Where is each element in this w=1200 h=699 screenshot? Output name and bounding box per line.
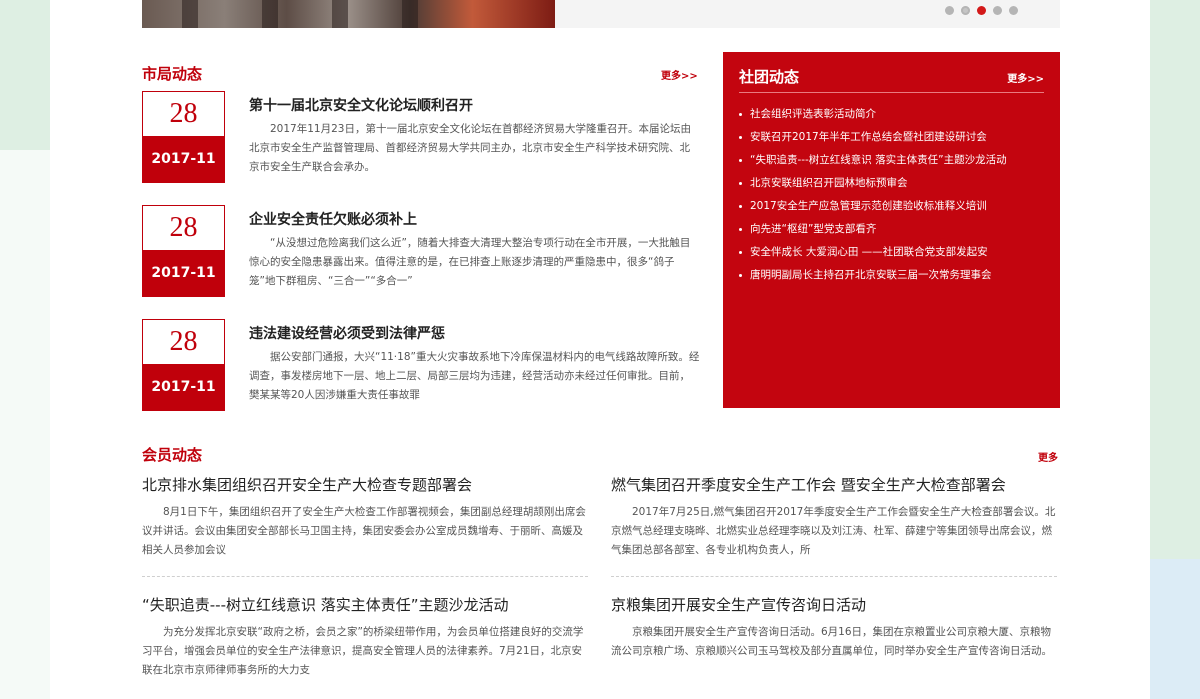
news-summary: 据公安部门通报，大兴“11·18”重大火灾事故系地下冷库保温材料内的电气线路故障… <box>249 351 700 401</box>
member-news-item[interactable]: 北京排水集团组织召开安全生产大检查专题部署会 8月1日下午，集团组织召开了安全生… <box>142 474 588 560</box>
member-news-heading: 会员动态 <box>142 446 203 464</box>
list-item[interactable]: “失职追责---树立红线意识 落实主体责任”主题沙龙活动 <box>739 149 1007 172</box>
news-item[interactable]: 28 2017-11 第十一届北京安全文化论坛顺利召开 2017年11月23日，… <box>142 91 702 186</box>
list-item[interactable]: 唐明明副局长主持召开北京安联三届一次常务理事会 <box>739 264 1007 287</box>
carousel-dot[interactable] <box>961 6 970 15</box>
content-page: 市局动态 更多>> 28 2017-11 第十一届北京安全文化论坛顺利召开 20… <box>50 0 1150 699</box>
member-news-summary: 8月1日下午，集团组织召开了安全生产大检查工作部署视频会，集团副总经理胡颉刚出席… <box>142 506 586 556</box>
news-summary: “从没想过危险离我们这么近”，随着大排查大清理大整治专项行动在全市开展，一大批触… <box>249 237 691 287</box>
news-summary: 2017年11月23日，第十一届北京安全文化论坛在首都经济贸易大学隆重召开。本届… <box>249 123 691 173</box>
carousel-dot-active[interactable] <box>977 6 986 15</box>
date-day: 28 <box>169 326 198 357</box>
divider <box>739 92 1044 93</box>
news-title[interactable]: 违法建设经营必须受到法律严惩 <box>249 323 445 343</box>
member-news-item[interactable]: “失职追责---树立红线意识 落实主体责任”主题沙龙活动 为充分发挥北京安联“政… <box>142 594 588 680</box>
date-year-month: 2017-11 <box>143 136 224 182</box>
news-item[interactable]: 28 2017-11 企业安全责任欠账必须补上 “从没想过危险离我们这么近”，随… <box>142 205 702 300</box>
member-news-title[interactable]: “失职追责---树立红线意识 落实主体责任”主题沙龙活动 <box>142 594 588 615</box>
news-title[interactable]: 企业安全责任欠账必须补上 <box>249 209 417 229</box>
association-more-link[interactable]: 更多>> <box>1007 70 1044 85</box>
list-item[interactable]: 2017安全生产应急管理示范创建验收标准释义培训 <box>739 195 1007 218</box>
news-item[interactable]: 28 2017-11 违法建设经营必须受到法律严惩 据公安部门通报，大兴“11·… <box>142 319 702 414</box>
association-news-panel: 社团动态 更多>> 社会组织评选表彰活动简介 安联召开2017年半年工作总结会暨… <box>723 52 1060 408</box>
list-item[interactable]: 安联召开2017年半年工作总结会暨社团建设研讨会 <box>739 126 1007 149</box>
news-title[interactable]: 第十一届北京安全文化论坛顺利召开 <box>249 95 473 115</box>
date-box: 28 2017-11 <box>142 319 225 411</box>
date-box: 28 2017-11 <box>142 91 225 183</box>
divider <box>142 576 588 577</box>
member-news-summary: 为充分发挥北京安联“政府之桥，会员之家”的桥梁纽带作用，为会员单位搭建良好的交流… <box>142 626 584 676</box>
city-news-more-link[interactable]: 更多>> <box>661 67 698 82</box>
carousel-dot[interactable] <box>1009 6 1018 15</box>
member-news-title[interactable]: 京粮集团开展安全生产宣传咨询日活动 <box>611 594 1057 615</box>
date-day: 28 <box>169 98 198 129</box>
carousel-dot[interactable] <box>993 6 1002 15</box>
member-news-title[interactable]: 北京排水集团组织召开安全生产大检查专题部署会 <box>142 474 588 495</box>
list-item[interactable]: 安全伴成长 大爱润心田 ——社团联合党支部发起安 <box>739 241 1007 264</box>
list-item[interactable]: 北京安联组织召开园林地标预审会 <box>739 172 1007 195</box>
date-year-month: 2017-11 <box>143 364 224 410</box>
association-heading: 社团动态 <box>739 68 800 86</box>
date-day: 28 <box>169 212 198 243</box>
member-news-title[interactable]: 燃气集团召开季度安全生产工作会 暨安全生产大检查部署会 <box>611 474 1057 495</box>
list-item[interactable]: 向先进“枢纽”型党支部看齐 <box>739 218 1007 241</box>
divider <box>611 576 1057 577</box>
carousel-dot[interactable] <box>945 6 954 15</box>
date-year-month: 2017-11 <box>143 250 224 296</box>
banner-image[interactable] <box>142 0 555 28</box>
member-news-summary: 2017年7月25日,燃气集团召开2017年季度安全生产工作会暨安全生产大检查部… <box>611 506 1056 556</box>
member-news-summary: 京粮集团开展安全生产宣传咨询日活动。6月16日，集团在京粮置业公司京粮大厦、京粮… <box>611 626 1052 657</box>
carousel-pagination <box>945 6 1018 15</box>
association-list: 社会组织评选表彰活动简介 安联召开2017年半年工作总结会暨社团建设研讨会 “失… <box>739 103 1007 287</box>
member-news-more-link[interactable]: 更多 <box>1038 449 1058 464</box>
city-news-heading: 市局动态 <box>142 65 203 83</box>
list-item[interactable]: 社会组织评选表彰活动简介 <box>739 103 1007 126</box>
member-news-item[interactable]: 京粮集团开展安全生产宣传咨询日活动 京粮集团开展安全生产宣传咨询日活动。6月16… <box>611 594 1057 661</box>
date-box: 28 2017-11 <box>142 205 225 297</box>
member-news-item[interactable]: 燃气集团召开季度安全生产工作会 暨安全生产大检查部署会 2017年7月25日,燃… <box>611 474 1057 560</box>
